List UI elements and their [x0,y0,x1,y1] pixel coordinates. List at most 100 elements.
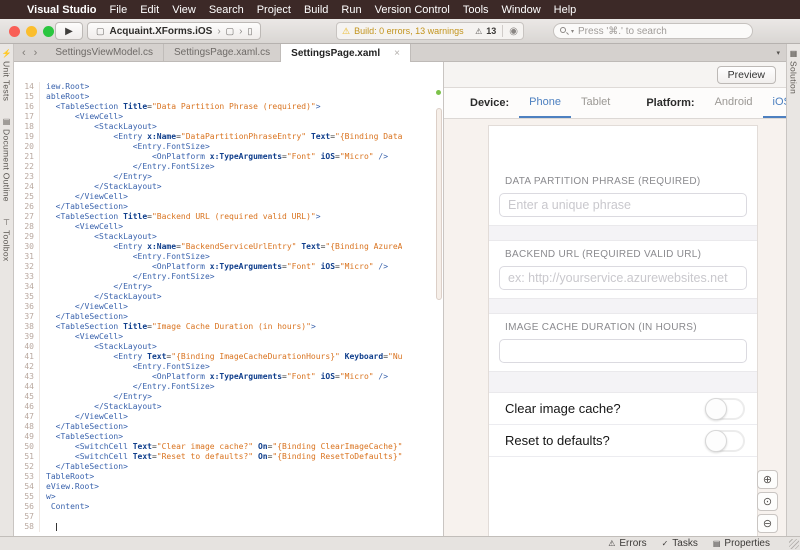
minimize-window-button[interactable] [26,26,37,37]
line-number: 34 [14,282,40,292]
zoom-out-button[interactable]: ⊖ [757,514,778,533]
platform-option-ios[interactable]: iOS [763,88,786,118]
code-line: 50 <SwitchCell Text="Clear image cache?"… [14,442,443,452]
search-scope-caret-icon[interactable]: ▾ [571,28,574,35]
fullscreen-window-button[interactable] [43,26,54,37]
navigate-forward-icon[interactable]: › [34,47,38,59]
errors-icon: ⚠ [608,539,615,548]
sidebar-item-unit-tests[interactable]: ⚡Unit Tests [2,49,12,101]
code-text: <Entry x:Name="DataPartitionPhraseEntry"… [46,132,402,142]
code-text: </StackLayout> [46,402,162,412]
code-text: <Entry Text="{Binding ImageCacheDuration… [46,352,402,362]
menu-item-project[interactable]: Project [257,4,291,16]
menu-item-visual-studio[interactable]: Visual Studio [27,4,96,16]
menu-item-version-control[interactable]: Version Control [375,4,450,16]
code-line: 25 </ViewCell> [14,192,443,202]
code-text: </ViewCell> [46,302,128,312]
code-text: <ViewCell> [46,222,123,232]
line-number: 14 [14,82,40,92]
collapse-panel-icon[interactable]: ▾ [776,49,786,57]
toggle-reset-to-defaults[interactable] [705,430,745,452]
line-number: 43 [14,372,40,382]
run-configuration-selector[interactable]: ▢ Acquaint.XForms.iOS › ▢ › ▯ [87,22,261,40]
statusbar-properties[interactable]: ▤Properties [713,538,770,549]
code-line: 47 </ViewCell> [14,412,443,422]
statusbar-errors[interactable]: ⚠ Errors [608,538,646,549]
tab-close-icon[interactable]: × [394,48,400,59]
global-search[interactable]: ▾ [553,23,753,39]
menu-item-build[interactable]: Build [304,4,328,16]
code-line: 45 </Entry> [14,392,443,402]
menu-item-search[interactable]: Search [209,4,244,16]
menu-item-edit[interactable]: Edit [140,4,159,16]
platform-option-android[interactable]: Android [705,88,763,118]
code-line: 36 </ViewCell> [14,302,443,312]
statusbar-label: Errors [619,538,646,549]
tab-label: SettingsPage.xaml.cs [174,47,270,58]
code-text: <OnPlatform x:TypeArguments="Font" iOS="… [46,262,388,272]
tab-settingspage-xaml[interactable]: SettingsPage.xaml× [281,44,411,62]
code-text: <StackLayout> [46,122,157,132]
menu-item-window[interactable]: Window [502,4,541,16]
code-line: 27 <TableSection Title="Backend URL (req… [14,212,443,222]
code-text: </ViewCell> [46,412,128,422]
preview-button[interactable]: Preview [717,66,776,84]
sidebar-item-toolbox[interactable]: ⊤Toolbox [2,218,12,261]
line-number: 48 [14,422,40,432]
sidebar-item-solution[interactable]: ▦Solution [789,49,799,94]
line-number: 24 [14,182,40,192]
line-number: 25 [14,192,40,202]
line-number: 37 [14,312,40,322]
scrollbar-thumb[interactable] [436,108,442,300]
line-number: 20 [14,142,40,152]
unit-tests-icon: ⚡ [2,49,12,58]
window-controls [9,26,54,37]
toggle-clear-image-cache[interactable] [705,398,745,420]
device-label: Device: [470,97,509,109]
preview-input-data-partition-phrase-required[interactable] [499,193,747,217]
code-editor[interactable]: 14iew.Root>15ableRoot>16 <TableSection T… [14,62,443,536]
run-button[interactable]: ▶ [55,22,83,40]
build-warning-icon: ⚠ [342,26,350,37]
line-number: 40 [14,342,40,352]
menu-item-run[interactable]: Run [341,4,361,16]
xaml-previewer: Preview Device: PhoneTablet Platform: An… [443,62,786,536]
search-input[interactable] [578,26,728,37]
editor-scrollbar[interactable] [434,62,443,536]
navigate-back-icon[interactable]: ‹ [22,47,26,59]
resize-grip[interactable] [789,539,799,549]
code-line: 53TableRoot> [14,472,443,482]
menu-item-file[interactable]: File [109,4,127,16]
preview-input-image-cache-duration-in-hours[interactable] [499,339,747,363]
line-number: 27 [14,212,40,222]
sidebar-item-document-outline[interactable]: ▤Document Outline [2,117,12,202]
tab-settingspage-xaml-cs[interactable]: SettingsPage.xaml.cs [164,44,281,61]
line-number: 41 [14,352,40,362]
menu-item-tools[interactable]: Tools [463,4,489,16]
document-outline-icon: ▤ [3,117,11,126]
preview-input-backend-url-required-valid-url[interactable] [499,266,747,290]
section-separator [489,371,757,393]
code-line: 37 </TableSection> [14,312,443,322]
close-window-button[interactable] [9,26,20,37]
line-number: 58 [14,522,40,532]
feedback-icon[interactable]: ◉ [509,26,518,37]
line-number: 46 [14,402,40,412]
code-text: <StackLayout> [46,232,157,242]
device-option-tablet[interactable]: Tablet [571,88,620,118]
field-label-backend-url-required-valid-url: BACKEND URL (REQUIRED VALID URL) [505,249,741,260]
code-text: </Entry> [46,392,152,402]
menu-item-help[interactable]: Help [554,4,577,16]
build-status-widget[interactable]: ⚠ Build: 0 errors, 13 warnings ⚠ 13 ◉ [336,22,524,40]
statusbar-tasks[interactable]: ✓Tasks [662,538,698,549]
code-text: <TableSection Title="Image Cache Duratio… [46,322,316,332]
menu-item-view[interactable]: View [172,4,196,16]
line-number: 55 [14,492,40,502]
line-number: 16 [14,102,40,112]
device-option-phone[interactable]: Phone [519,88,571,118]
zoom-actual-size-button[interactable]: ⊙ [757,492,778,511]
tab-label: SettingsViewModel.cs [55,47,153,58]
zoom-in-button[interactable]: ⊕ [757,470,778,489]
right-pad-bar: ▦Solution [786,44,800,536]
tab-settingsviewmodel-cs[interactable]: SettingsViewModel.cs [45,44,164,61]
